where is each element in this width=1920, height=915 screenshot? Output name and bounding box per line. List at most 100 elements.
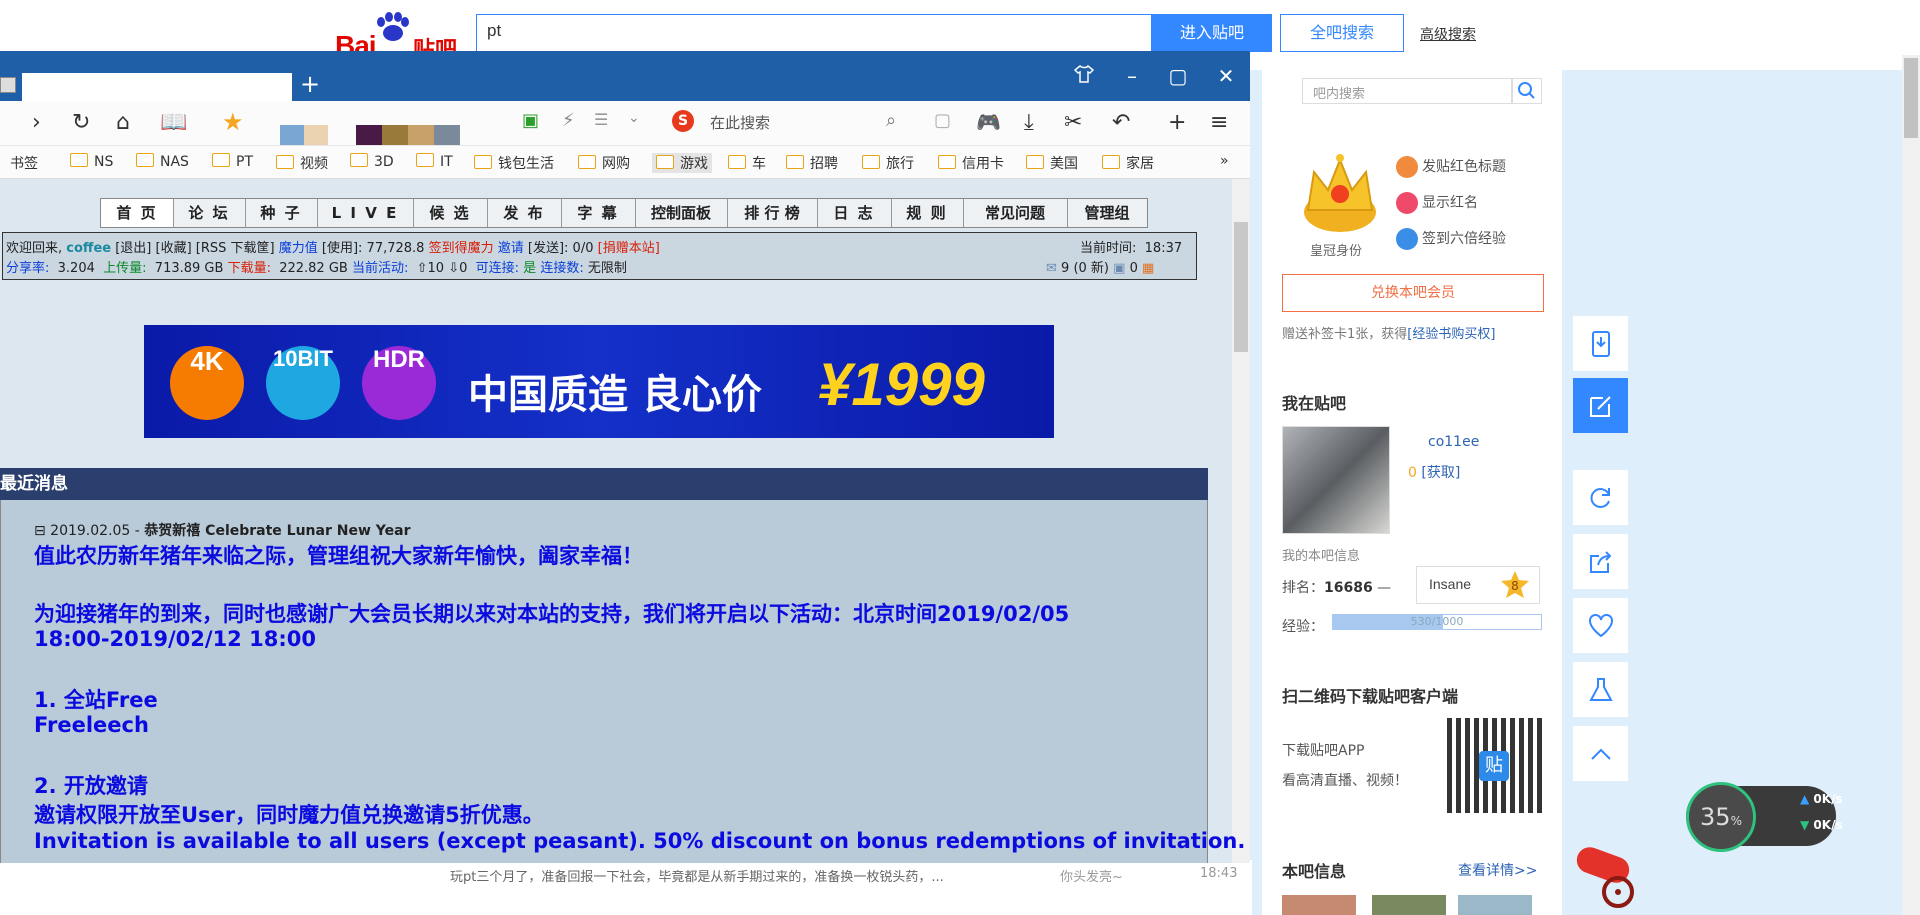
- nav-log[interactable]: 日 志: [817, 199, 892, 227]
- extension-icon[interactable]: ▢: [934, 110, 951, 131]
- forward-icon[interactable]: ›: [32, 110, 41, 135]
- advanced-search-link[interactable]: 高级搜索: [1420, 24, 1476, 44]
- nav-forum[interactable]: 论 坛: [173, 199, 246, 227]
- badge-4k: 4K: [170, 346, 244, 420]
- maximize-button[interactable]: ▢: [1162, 64, 1194, 88]
- refresh-icon: [1590, 488, 1610, 508]
- bookmark-folder[interactable]: 美国: [1026, 153, 1078, 173]
- share-tool[interactable]: [1573, 534, 1628, 589]
- thread-preview[interactable]: 玩pt三个月了，准备回报一下社会，毕竟都是从新手期过来的，准备换一枚锐头药，..…: [450, 866, 944, 885]
- undo-icon[interactable]: ↶: [1112, 110, 1130, 135]
- nav-rules[interactable]: 规 则: [891, 199, 964, 227]
- bookmark-folder[interactable]: 家居: [1102, 153, 1154, 173]
- username-link[interactable]: co11ee: [1428, 434, 1479, 450]
- qr-logo: 贴: [1479, 751, 1509, 781]
- exp-label: 经验：: [1282, 619, 1324, 635]
- news-line: Freeleech: [34, 713, 149, 737]
- page-scrollbar[interactable]: [1902, 55, 1920, 915]
- bookmark-folder[interactable]: 车: [728, 153, 766, 173]
- bar-search-input[interactable]: 吧内搜索: [1302, 78, 1512, 104]
- download-icon[interactable]: ⤓: [1024, 110, 1034, 135]
- refresh-icon[interactable]: ↻: [72, 110, 90, 135]
- address-bar-blocks: [280, 125, 480, 145]
- bookmark-folder[interactable]: 视频: [276, 153, 328, 173]
- bookmark-folder[interactable]: 游戏: [652, 153, 712, 173]
- search-icon[interactable]: [1512, 78, 1542, 104]
- lab-tool[interactable]: [1573, 662, 1628, 717]
- browser-tab[interactable]: [22, 73, 292, 101]
- news-date[interactable]: ⊟ 2019.02.05 - 恭贺新禧 Celebrate Lunar New …: [34, 520, 410, 540]
- nav-home[interactable]: 首 页: [101, 199, 174, 227]
- news-line: 1. 全站Free: [34, 688, 158, 712]
- nav-staff[interactable]: 管理组: [1067, 199, 1147, 227]
- gamepad-icon[interactable]: 🎮: [976, 110, 1001, 134]
- skin-icon[interactable]: [1068, 64, 1100, 89]
- favorite-tool[interactable]: [1573, 598, 1628, 653]
- search-icon[interactable]: ⌕: [886, 110, 896, 131]
- nav-live[interactable]: L I V E: [317, 199, 414, 227]
- new-post-tool[interactable]: [1573, 378, 1628, 433]
- page-scrollbar-thumb[interactable]: [1904, 58, 1918, 138]
- book-icon[interactable]: ▣: [522, 110, 539, 131]
- enter-tieba-button[interactable]: 进入贴吧: [1152, 14, 1272, 52]
- coin-balance: 0 [获取]: [1408, 465, 1461, 481]
- nav-control-panel[interactable]: 控制面板: [635, 199, 728, 227]
- messages-indicator[interactable]: ✉ 9 (0 新) ▣ 0 ▦: [1046, 257, 1154, 276]
- member-thumbnail[interactable]: [1372, 895, 1446, 915]
- browser-scrollbar-thumb[interactable]: [1234, 222, 1248, 352]
- bookmark-folder[interactable]: 钱包生活: [474, 153, 554, 173]
- bookmark-folder[interactable]: NS: [70, 153, 113, 170]
- bookmark-folder[interactable]: NAS: [136, 153, 189, 170]
- download-app-tool[interactable]: [1573, 316, 1628, 371]
- donate-link[interactable]: [捐赠本站]: [598, 241, 660, 256]
- star-icon[interactable]: ★: [222, 108, 244, 136]
- nav-ranking[interactable]: 排 行 榜: [727, 199, 818, 227]
- tieba-search-input[interactable]: pt: [476, 14, 1152, 52]
- bookmark-folder[interactable]: 网购: [578, 153, 630, 173]
- refresh-tool[interactable]: [1573, 470, 1628, 525]
- nav-subtitles[interactable]: 字 幕: [561, 199, 636, 227]
- cannon-icon[interactable]: [1566, 840, 1646, 910]
- thread-last-reply-author[interactable]: 你头发亮~: [1060, 866, 1123, 885]
- privilege-exp: 签到六倍经验: [1396, 228, 1506, 250]
- scissors-icon[interactable]: ✂: [1064, 110, 1082, 135]
- new-tab-button[interactable]: +: [300, 70, 320, 98]
- share-icon: [1590, 551, 1612, 573]
- bookmarks-more-button[interactable]: »: [1220, 153, 1229, 169]
- search-engine-icon[interactable]: S: [672, 110, 694, 132]
- bookmark-folder[interactable]: 旅行: [862, 153, 914, 173]
- username-link[interactable]: coffee: [66, 241, 111, 256]
- nav-faq[interactable]: 常见问题: [963, 199, 1068, 227]
- user-info-line1: 欢迎回来, coffee [退出] [收藏] [RSS 下载筐] 魔力值 [使用…: [6, 241, 660, 256]
- member-thumbnail[interactable]: [1458, 895, 1532, 915]
- list-icon[interactable]: ☰: [594, 110, 608, 129]
- bookmark-folder[interactable]: PT: [212, 153, 253, 170]
- nav-torrents[interactable]: 种 子: [245, 199, 318, 227]
- plus-icon[interactable]: +: [1168, 110, 1186, 135]
- user-links[interactable]: [退出] [收藏] [RSS 下载筐]: [115, 241, 274, 256]
- bookmark-folder[interactable]: 信用卡: [938, 153, 1004, 173]
- bookmark-folder[interactable]: IT: [416, 153, 453, 170]
- chevron-down-icon[interactable]: ⌄: [628, 110, 640, 126]
- nav-upload[interactable]: 发 布: [487, 199, 562, 227]
- redeem-member-button[interactable]: 兑换本吧会员: [1282, 274, 1544, 312]
- bookmark-folder[interactable]: 招聘: [786, 153, 838, 173]
- search-all-button[interactable]: 全吧搜索: [1280, 14, 1404, 52]
- flash-icon[interactable]: ⚡: [562, 110, 575, 131]
- reader-icon[interactable]: 📖: [160, 110, 187, 135]
- bookmark-item[interactable]: 书签: [10, 153, 38, 173]
- close-button[interactable]: ✕: [1210, 64, 1242, 88]
- bookmark-folder[interactable]: 3D: [350, 153, 394, 170]
- get-coins-link[interactable]: [获取]: [1421, 465, 1460, 481]
- signin-link[interactable]: 签到得魔力: [429, 241, 494, 256]
- browser-search-input[interactable]: 在此搜索: [710, 112, 770, 133]
- nav-offers[interactable]: 候 选: [413, 199, 488, 227]
- member-thumbnail[interactable]: [1282, 895, 1356, 915]
- back-to-top-tool[interactable]: [1573, 726, 1628, 781]
- minimize-button[interactable]: –: [1116, 64, 1148, 88]
- avatar[interactable]: [1282, 426, 1390, 534]
- bar-info-more-link[interactable]: 查看详情>>: [1458, 860, 1537, 880]
- exp-book-link[interactable]: [经验书购买权]: [1407, 327, 1495, 342]
- home-icon[interactable]: ⌂: [116, 110, 130, 135]
- menu-icon[interactable]: ≡: [1210, 110, 1228, 135]
